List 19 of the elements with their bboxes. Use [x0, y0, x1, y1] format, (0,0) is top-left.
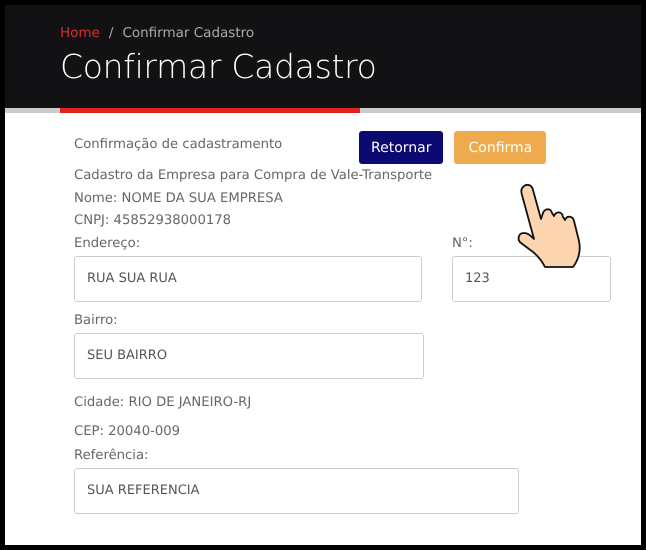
number-field[interactable]: 123 — [452, 256, 611, 302]
info-text: Nome: NOME DA SUA EMPRESA — [74, 190, 284, 208]
reference-field[interactable]: SUA REFERENCIA — [74, 468, 519, 514]
breadcrumb-separator: / — [108, 25, 114, 41]
cep-text: CEP: 20040-009 — [74, 422, 182, 440]
city-text: Cidade: RIO DE JANEIRO-RJ — [74, 394, 252, 412]
district-field[interactable]: SEU BAIRRO — [74, 332, 424, 378]
form-heading: Confirmação de cadastramento — [74, 137, 284, 152]
breadcrumb-current: Confirmar Cadastro — [122, 25, 254, 41]
field-label: Referência: — [74, 446, 150, 464]
field-label: N°: — [452, 234, 474, 252]
info-text: CNPJ: 45852938000178 — [74, 212, 232, 230]
field-label: Endereço: — [74, 234, 142, 252]
back-button[interactable]: Retornar — [359, 131, 444, 164]
page-title: Confirmar Cadastro — [60, 47, 378, 86]
address-field[interactable]: RUA SUA RUA — [74, 256, 422, 302]
breadcrumb-link[interactable]: Home — [60, 25, 100, 41]
field-label: Bairro: — [74, 312, 119, 330]
info-text: Cadastro da Empresa para Compra de Vale-Transporte — [74, 167, 434, 185]
